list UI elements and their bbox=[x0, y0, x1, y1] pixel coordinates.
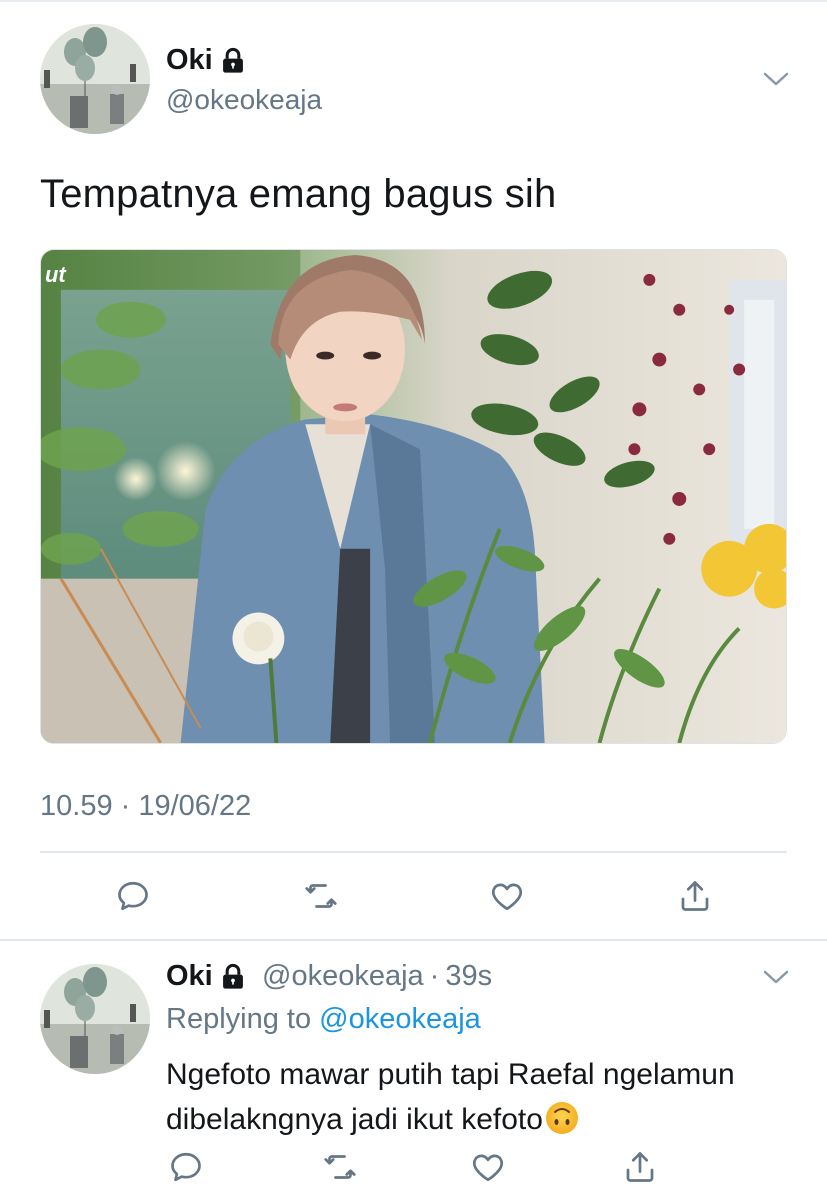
reply-handle[interactable]: @okeokeaja bbox=[262, 960, 424, 993]
reply-button[interactable] bbox=[113, 876, 153, 916]
like-button[interactable] bbox=[487, 876, 527, 916]
share-icon bbox=[626, 1152, 654, 1182]
heart-icon bbox=[472, 1154, 504, 1182]
share-button[interactable] bbox=[675, 876, 715, 916]
replying-to-link[interactable]: @okeokeaja bbox=[319, 1003, 481, 1035]
reply-text-block: Ngefoto mawar putih tapi Raefal ngelamun… bbox=[166, 1052, 806, 1142]
media-watermark: ut bbox=[45, 262, 67, 287]
reply-display-name[interactable]: Oki bbox=[166, 960, 213, 993]
reply-avatar[interactable] bbox=[40, 964, 150, 1074]
share-button[interactable] bbox=[620, 1147, 660, 1187]
reply-icon bbox=[171, 1152, 201, 1182]
reply-icon bbox=[118, 881, 148, 911]
reply-text: Ngefoto mawar putih tapi Raefal ngelamun… bbox=[166, 1058, 735, 1136]
tweet-timestamp[interactable]: 10.59 · 19/06/22 bbox=[40, 790, 251, 823]
reply-meta: @okeokeaja · 39s bbox=[262, 960, 492, 993]
upside-down-face-icon bbox=[545, 1101, 579, 1135]
top-border bbox=[0, 0, 827, 2]
display-name[interactable]: Oki bbox=[166, 44, 213, 77]
media-photo: ut bbox=[41, 250, 786, 743]
section-divider bbox=[0, 939, 827, 941]
chevron-down-icon[interactable] bbox=[762, 70, 790, 88]
reply-author-row: Oki bbox=[166, 960, 247, 993]
retweet-icon bbox=[305, 884, 337, 908]
reply-button[interactable] bbox=[166, 1147, 206, 1187]
author-row: Oki bbox=[166, 44, 247, 77]
heart-icon bbox=[491, 883, 523, 911]
divider bbox=[40, 851, 787, 853]
replying-prefix: Replying to bbox=[166, 1003, 312, 1035]
tweet-text: Tempatnya emang bagus sih bbox=[40, 172, 557, 216]
retweet-button[interactable] bbox=[301, 876, 341, 916]
reply-time[interactable]: 39s bbox=[445, 960, 492, 993]
retweet-button[interactable] bbox=[320, 1147, 360, 1187]
retweet-icon bbox=[324, 1155, 356, 1179]
handle[interactable]: @okeokeaja bbox=[166, 84, 322, 116]
avatar[interactable] bbox=[40, 24, 150, 134]
replying-to: Replying to @okeokeaja bbox=[166, 1003, 481, 1036]
avatar-image bbox=[40, 964, 150, 1074]
like-button[interactable] bbox=[468, 1147, 508, 1187]
tweet-media[interactable]: ut bbox=[40, 249, 787, 744]
lock-icon bbox=[219, 963, 247, 991]
share-icon bbox=[681, 881, 709, 911]
lock-icon bbox=[219, 47, 247, 75]
meta-separator: · bbox=[429, 960, 440, 992]
avatar-image bbox=[40, 24, 150, 134]
chevron-down-icon[interactable] bbox=[762, 968, 790, 986]
